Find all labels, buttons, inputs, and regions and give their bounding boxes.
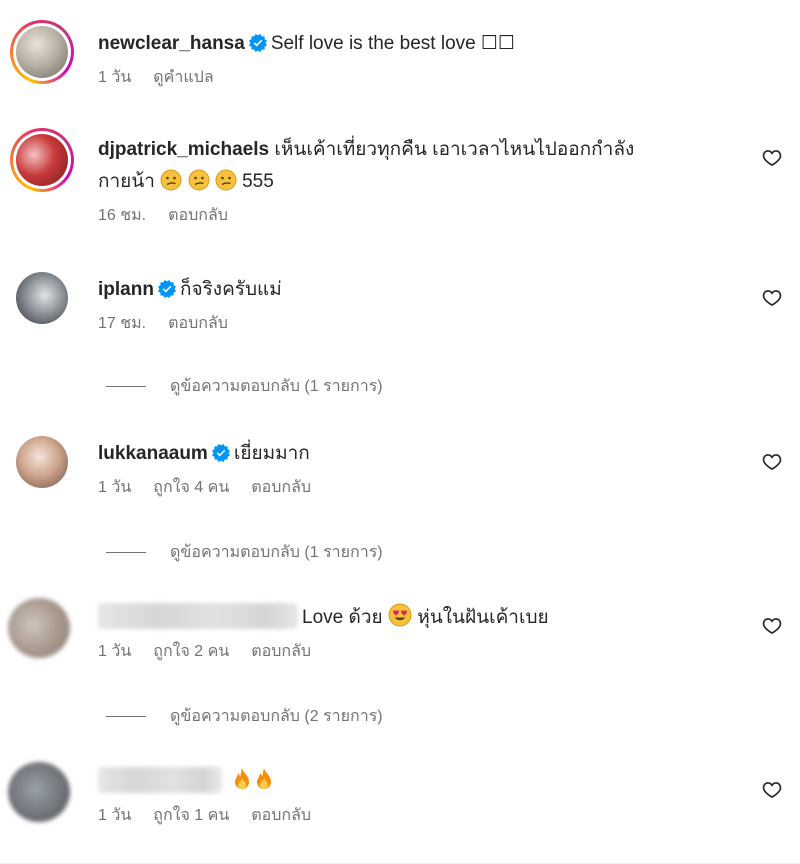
comment-meta: 1 วัน ดูคำแปล [98,66,730,90]
comment-line: newclear_hansa Self love is the best love… [98,28,730,60]
likes-count-button[interactable]: ถูกใจ 1 คน [153,807,229,824]
avatar-ring-gap [13,23,71,81]
comment-line: Love ด้วย หุ่นในฝันเค้าเบย [98,602,730,634]
avatar[interactable] [16,436,68,488]
comment-text: 555 [242,171,274,192]
blurred-username[interactable] [98,767,222,793]
comment-line [98,766,730,798]
comment-text: Self love is the best love ☐☐ [270,33,516,54]
see-translation-button[interactable]: ดูคำแปล [153,69,213,86]
comment-meta: 17 ชม. ตอบกลับ [98,312,730,336]
heart-outline-icon[interactable] [762,616,782,636]
heart-outline-icon[interactable] [762,452,782,472]
comment-time: 1 วัน [98,807,132,824]
heart-outline-icon[interactable] [762,288,782,308]
comment-line: iplann ก็จริงครับแม่ [98,274,730,306]
view-replies-button[interactable]: ดูข้อความตอบกลับ (2 รายการ) [106,705,383,729]
comment-meta: 16 ชม. ตอบกลับ [98,204,730,228]
view-replies-button[interactable]: ดูข้อความตอบกลับ (1 รายการ) [106,375,383,399]
confused-face-emoji [160,169,182,191]
comment-body: 1 วัน ถูกใจ 1 คน ตอบกลับ [98,766,730,828]
confused-face-emoji [188,169,210,191]
reply-button[interactable]: ตอบกลับ [251,479,311,496]
comment-line: djpatrick_michaels เห็นเค้าเที่ยวทุกคืน … [98,134,730,166]
reply-button[interactable]: ตอบกลับ [251,643,311,660]
comment-body: djpatrick_michaels เห็นเค้าเที่ยวทุกคืน … [98,134,730,228]
view-replies-button[interactable]: ดูข้อความตอบกลับ (1 รายการ) [106,541,383,565]
comment-body: Love ด้วย หุ่นในฝันเค้าเบย 1 วัน ถูกใจ 2 … [98,602,730,664]
comment-line: lukkanaaum เยี่ยมมาก [98,438,730,470]
comment-time: 16 ชม. [98,207,147,224]
comment-body: iplann ก็จริงครับแม่ 17 ชม. ตอบกลับ [98,274,730,336]
reply-button[interactable]: ตอบกลับ [168,315,228,332]
avatar[interactable] [8,762,70,822]
comment-text: หุ่นในฝันเค้าเบย [417,607,549,628]
comment-text: Love ด้วย [302,607,383,628]
comment-text: เห็นเค้าเที่ยวทุกคืน เอาเวลาไหนไปออกกำลั… [274,139,635,160]
comment-username[interactable]: newclear_hansa [98,33,245,54]
comment-meta: 1 วัน ถูกใจ 4 คน ตอบกลับ [98,476,730,500]
avatar[interactable] [10,128,74,192]
verified-badge-icon [157,280,176,298]
avatar-image [16,134,68,186]
verified-badge-icon [248,34,267,52]
fire-emoji [257,768,272,789]
comment-time: 1 วัน [98,479,132,496]
comment-body: newclear_hansa Self love is the best love… [98,28,730,90]
comment-username[interactable]: djpatrick_michaels [98,139,269,160]
comment-username[interactable]: lukkanaaum [98,443,208,464]
avatar[interactable] [16,272,68,324]
replies-divider [106,552,146,554]
comment-time: 1 วัน [98,69,132,86]
comment-time: 17 ชม. [98,315,147,332]
fire-emoji [235,768,250,789]
heart-outline-icon[interactable] [762,148,782,168]
reply-button[interactable]: ตอบกลับ [168,207,228,224]
avatar-ring-gap [13,131,71,189]
replies-divider [106,716,146,718]
comment-text: เยี่ยมมาก [233,443,310,464]
view-replies-label: ดูข้อความตอบกลับ (1 รายการ) [170,378,383,395]
avatar[interactable] [10,20,74,84]
comment-meta: 1 วัน ถูกใจ 2 คน ตอบกลับ [98,640,730,664]
replies-divider [106,386,146,388]
likes-count-button[interactable]: ถูกใจ 2 คน [153,643,229,660]
comment-body: lukkanaaum เยี่ยมมาก 1 วัน ถูกใจ 4 คน ตอบกล… [98,438,730,500]
heart-outline-icon[interactable] [762,780,782,800]
avatar-image [16,26,68,78]
view-replies-label: ดูข้อความตอบกลับ (2 รายการ) [170,708,383,725]
comment-time: 1 วัน [98,643,132,660]
comment-text: กายน้า [98,171,155,192]
verified-badge-icon [211,444,230,462]
avatar[interactable] [8,598,70,658]
comment-line: กายน้า 555 [98,166,730,198]
view-replies-label: ดูข้อความตอบกลับ (1 รายการ) [170,544,383,561]
heart-eyes-emoji [388,603,412,627]
likes-count-button[interactable]: ถูกใจ 4 คน [153,479,229,496]
comment-text: ก็จริงครับแม่ [179,279,282,300]
confused-face-emoji [215,169,237,191]
reply-button[interactable]: ตอบกลับ [251,807,311,824]
comment-meta: 1 วัน ถูกใจ 1 คน ตอบกลับ [98,804,730,828]
comment-username[interactable]: iplann [98,279,154,300]
comments-list: newclear_hansa Self love is the best love… [0,0,800,864]
blurred-username[interactable] [98,603,298,629]
